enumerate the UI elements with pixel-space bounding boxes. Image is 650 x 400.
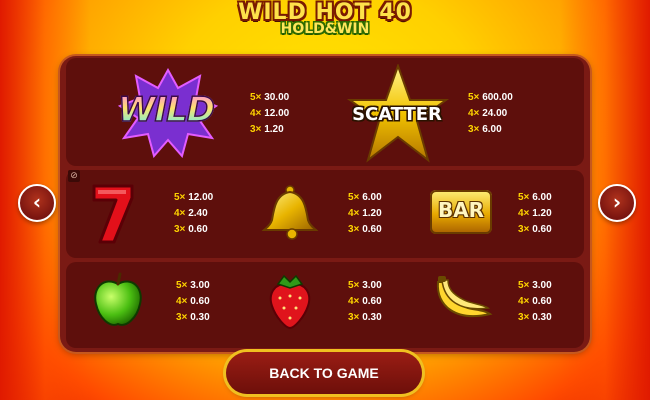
pay-value: 0.30 (190, 312, 210, 323)
strawberry-symbol-icon (262, 270, 318, 330)
seven-symbol-icon (88, 180, 136, 246)
pay-value: 1.20 (532, 208, 552, 219)
pay-value: 0.60 (532, 224, 552, 235)
pay-value: 6.00 (532, 192, 552, 203)
pay-value: 0.60 (362, 224, 382, 235)
wild-paytable: 5× 30.00 4× 12.00 3× 1.20 (250, 90, 289, 138)
game-logo: WILD HOT 40 HOLD&WIN (0, 2, 650, 37)
pay-value: 600.00 (482, 92, 513, 103)
banana-paytable: 5× 3.00 4× 0.60 3× 0.30 (518, 278, 552, 326)
pay-multiplier: 5× (518, 192, 530, 203)
bell-symbol-icon (260, 182, 320, 242)
pay-value: 3.00 (190, 280, 210, 291)
pay-multiplier: 5× (518, 280, 530, 291)
pay-value: 1.20 (362, 208, 382, 219)
wild-label: WILD (117, 89, 216, 131)
pay-value: 24.00 (482, 108, 508, 119)
pay-value: 30.00 (264, 92, 290, 103)
pay-multiplier: 3× (250, 124, 262, 135)
pay-value: 3.00 (532, 280, 552, 291)
pay-multiplier: 3× (468, 124, 480, 135)
pay-multiplier: 4× (468, 108, 480, 119)
pay-value: 2.40 (188, 208, 208, 219)
previous-page-button[interactable]: ‹ (18, 184, 56, 222)
scatter-star-icon: SCATTER (346, 62, 450, 164)
pay-multiplier: 4× (518, 296, 530, 307)
pay-value: 0.30 (362, 312, 382, 323)
apple-symbol-icon (90, 270, 146, 330)
pay-multiplier: 4× (518, 208, 530, 219)
scatter-label: SCATTER (352, 104, 442, 125)
bar-symbol-icon: BAR (430, 190, 492, 234)
next-page-button[interactable]: › (598, 184, 636, 222)
pay-multiplier: 3× (174, 224, 186, 235)
pay-value: 0.60 (362, 296, 382, 307)
paytable-panel: WILD 5× 30.00 4× 12.00 3× 1.20 SCATTER 5… (60, 56, 590, 352)
pay-multiplier: 3× (348, 312, 360, 323)
pay-multiplier: 5× (348, 280, 360, 291)
pay-multiplier: 3× (518, 312, 530, 323)
pay-multiplier: 4× (348, 296, 360, 307)
banana-symbol-icon (430, 270, 496, 330)
pay-multiplier: 5× (468, 92, 480, 103)
pay-multiplier: 4× (174, 208, 186, 219)
pay-multiplier: 3× (518, 224, 530, 235)
bell-paytable: 5× 6.00 4× 1.20 3× 0.60 (348, 190, 382, 238)
bar-paytable: 5× 6.00 4× 1.20 3× 0.60 (518, 190, 552, 238)
pay-multiplier: 4× (348, 208, 360, 219)
logo-subtitle: HOLD&WIN (280, 21, 370, 37)
disabled-icon: ⊘ (68, 170, 80, 182)
seven-paytable: 5× 12.00 4× 2.40 3× 0.60 (174, 190, 213, 238)
pay-value: 12.00 (264, 108, 290, 119)
back-to-game-button[interactable]: BACK TO GAME (226, 352, 422, 394)
pay-multiplier: 5× (348, 192, 360, 203)
pay-value: 6.00 (482, 124, 502, 135)
pay-multiplier: 5× (250, 92, 262, 103)
pay-multiplier: 4× (250, 108, 262, 119)
pay-value: 3.00 (362, 280, 382, 291)
bar-label: BAR (437, 198, 485, 222)
pay-value: 0.60 (532, 296, 552, 307)
apple-paytable: 5× 3.00 4× 0.60 3× 0.30 (176, 278, 210, 326)
paytable-row-high (66, 170, 584, 258)
pay-multiplier: 5× (176, 280, 188, 291)
pay-value: 0.60 (190, 296, 210, 307)
strawberry-paytable: 5× 3.00 4× 0.60 3× 0.30 (348, 278, 382, 326)
pay-multiplier: 3× (348, 224, 360, 235)
wild-symbol-icon: WILD (117, 67, 219, 159)
pay-value: 12.00 (188, 192, 214, 203)
pay-value: 0.30 (532, 312, 552, 323)
pay-value: 0.60 (188, 224, 208, 235)
pay-value: 1.20 (264, 124, 284, 135)
pay-multiplier: 5× (174, 192, 186, 203)
chevron-left-icon: ‹ (32, 190, 42, 214)
pay-multiplier: 3× (176, 312, 188, 323)
scatter-paytable: 5× 600.00 4× 24.00 3× 6.00 (468, 90, 513, 138)
pay-multiplier: 4× (176, 296, 188, 307)
pay-value: 6.00 (362, 192, 382, 203)
chevron-right-icon: › (612, 190, 622, 214)
